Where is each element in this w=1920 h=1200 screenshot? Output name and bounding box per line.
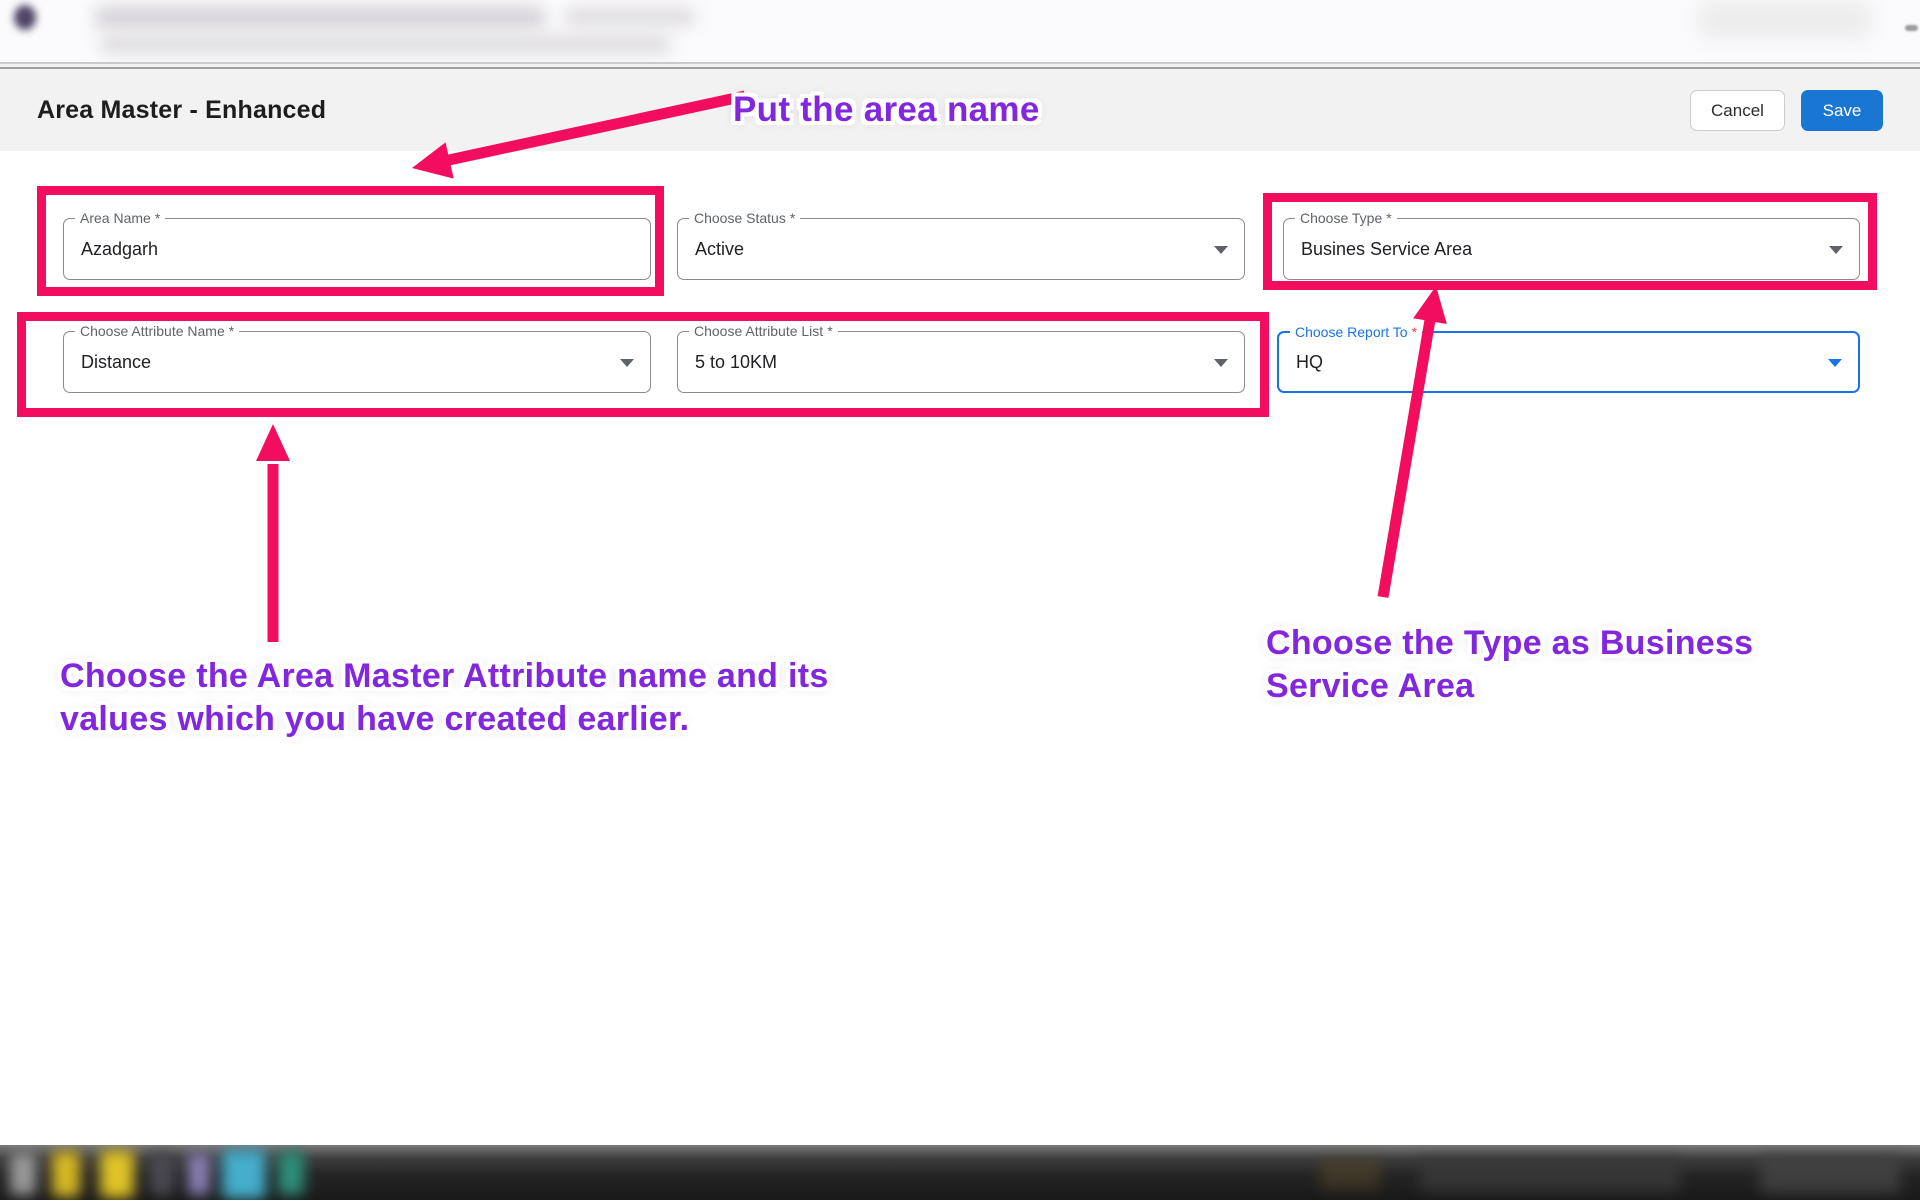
- taskbar-icon-blob: [222, 1149, 266, 1199]
- taskbar-icon-blob: [10, 1153, 36, 1195]
- highlight-box-type: [1263, 193, 1877, 290]
- dropdown-arrow-icon: [1214, 246, 1228, 254]
- status-field[interactable]: Choose Status* Active: [677, 218, 1245, 280]
- taskbar-icon-blob: [52, 1151, 80, 1197]
- tab-titles-blob: [95, 7, 545, 28]
- chrome-divider: [0, 62, 1920, 69]
- screen: Area Master - Enhanced Cancel Save Area …: [0, 0, 1920, 1200]
- dropdown-arrow-icon: [1828, 359, 1842, 367]
- highlight-box-attributes: [17, 312, 1269, 417]
- annotation-attribute-note: Choose the Area Master Attribute name an…: [60, 655, 870, 741]
- tab-titles-blob: [565, 8, 695, 26]
- status-value: Active: [695, 239, 744, 260]
- save-button[interactable]: Save: [1801, 90, 1883, 131]
- report-to-field[interactable]: Choose Report To* HQ: [1277, 331, 1860, 393]
- chrome-right-mark: [1905, 25, 1918, 31]
- report-to-value: HQ: [1296, 352, 1323, 373]
- highlight-box-area-name: [37, 186, 664, 296]
- taskbar-icon-blob: [188, 1153, 210, 1195]
- status-label: Choose Status*: [689, 209, 800, 228]
- taskbar-icon-blob: [100, 1150, 134, 1198]
- taskbar-tray-blob: [1760, 1155, 1900, 1193]
- address-bar-blob: [100, 37, 670, 52]
- annotation-put-area-name: Put the area name: [733, 88, 1153, 131]
- browser-chrome: [0, 0, 1920, 62]
- taskbar-tray-blob: [1420, 1157, 1680, 1191]
- taskbar-icon-blob: [278, 1151, 304, 1195]
- chrome-right-blob: [1700, 2, 1870, 38]
- cancel-button[interactable]: Cancel: [1690, 90, 1785, 131]
- taskbar-tray-blob: [1320, 1159, 1380, 1189]
- tab-favicon-blob: [14, 5, 36, 30]
- taskbar-icon-blob: [150, 1153, 174, 1195]
- report-to-label: Choose Report To*: [1290, 323, 1422, 342]
- annotation-type-note: Choose the Type as Business Service Area: [1266, 622, 1866, 708]
- taskbar[interactable]: [0, 1145, 1920, 1200]
- page-title: Area Master - Enhanced: [37, 69, 326, 151]
